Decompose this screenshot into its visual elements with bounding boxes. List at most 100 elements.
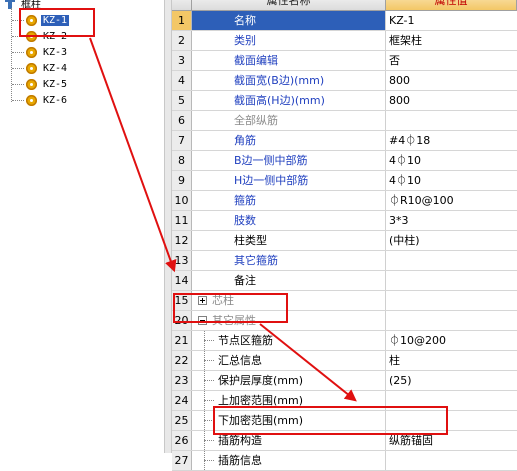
property-name: 角筋 <box>192 131 386 150</box>
property-name: 柱类型 <box>192 231 386 250</box>
collapse-minus-icon[interactable] <box>198 316 207 325</box>
property-value[interactable] <box>386 251 517 270</box>
row-number: 4 <box>172 71 192 90</box>
property-value[interactable]: 柱 <box>386 351 517 370</box>
tree-item-label: KZ-1 <box>41 14 70 26</box>
property-value[interactable]: ⏀10@200 <box>386 331 517 350</box>
property-name: 肢数 <box>192 211 386 230</box>
property-row-name[interactable]: 1 名称 KZ-1 <box>172 11 517 31</box>
property-row-section-width[interactable]: 4 截面宽(B边)(mm) 800 <box>172 71 517 91</box>
header-row-number <box>172 0 192 10</box>
property-name: 插筋信息 <box>218 454 262 467</box>
property-row-joint-stirrup[interactable]: 21 节点区箍筋 ⏀10@200 <box>172 331 517 351</box>
property-value[interactable] <box>386 391 517 410</box>
property-row-dowel-construction[interactable]: 26 插筋构造 纵筋锚固 <box>172 431 517 451</box>
property-row-category[interactable]: 2 类别 框架柱 <box>172 31 517 51</box>
tree-item-label: KZ-2 <box>43 30 68 42</box>
tree-item-kz-2[interactable]: KZ-2 <box>12 28 69 44</box>
property-row-stirrup[interactable]: 10 箍筋 ⏀R10@100 <box>172 191 517 211</box>
row-number: 26 <box>172 431 192 450</box>
property-row-cover-thickness[interactable]: 23 保护层厚度(mm) (25) <box>172 371 517 391</box>
property-name: 箍筋 <box>192 191 386 210</box>
property-value[interactable]: #4⏀18 <box>386 131 517 150</box>
row-number: 3 <box>172 51 192 70</box>
property-row-summary-info[interactable]: 22 汇总信息 柱 <box>172 351 517 371</box>
property-group-core-column[interactable]: 15 芯柱 <box>172 291 517 311</box>
component-tree: 框柱 KZ-1 KZ-2 KZ-3 KZ-4 KZ-5 KZ-6 <box>0 0 164 453</box>
row-number: 22 <box>172 351 192 370</box>
tree-root-label: 框柱 <box>21 0 41 11</box>
property-value[interactable] <box>386 411 517 430</box>
property-name: 全部纵筋 <box>192 111 386 130</box>
property-value <box>386 311 517 330</box>
expand-plus-icon[interactable] <box>198 296 207 305</box>
property-value[interactable]: 框架柱 <box>386 31 517 50</box>
row-number: 25 <box>172 411 192 430</box>
property-value[interactable]: 4⏀10 <box>386 151 517 170</box>
row-number: 8 <box>172 151 192 170</box>
header-property-value[interactable]: 属性值 <box>386 0 517 10</box>
tree-root-node[interactable]: 框柱 <box>4 0 43 11</box>
property-name: 截面编辑 <box>192 51 386 70</box>
tree-item-kz-4[interactable]: KZ-4 <box>12 60 69 76</box>
property-row-legs[interactable]: 11 肢数 3*3 <box>172 211 517 231</box>
tree-item-label: KZ-5 <box>43 78 68 90</box>
property-name: 插筋构造 <box>218 434 262 447</box>
property-row-lower-dense-range[interactable]: 25 下加密范围(mm) <box>172 411 517 431</box>
property-row-other-stirrups[interactable]: 13 其它箍筋 <box>172 251 517 271</box>
tree-item-label: KZ-3 <box>43 46 68 58</box>
property-name: 下加密范围(mm) <box>218 414 304 427</box>
property-name: 备注 <box>192 271 386 290</box>
property-value[interactable]: 否 <box>386 51 517 70</box>
property-value[interactable]: 800 <box>386 91 517 110</box>
property-grid: 属性名称 属性值 1 名称 KZ-1 2 类别 框架柱 3 截面编辑 否 4 截… <box>172 0 517 471</box>
row-number: 21 <box>172 331 192 350</box>
property-value[interactable]: (中柱) <box>386 231 517 250</box>
tree-item-label: KZ-4 <box>43 62 68 74</box>
tree-item-kz-3[interactable]: KZ-3 <box>12 44 69 60</box>
property-row-dowel-info[interactable]: 27 插筋信息 <box>172 451 517 471</box>
property-value <box>386 291 517 310</box>
property-row-column-type[interactable]: 12 柱类型 (中柱) <box>172 231 517 251</box>
tree-item-kz-5[interactable]: KZ-5 <box>12 76 69 92</box>
gear-icon <box>26 46 37 58</box>
tree-item-kz-1[interactable]: KZ-1 <box>12 12 70 28</box>
row-number: 2 <box>172 31 192 50</box>
property-group-other-attributes[interactable]: 20 其它属性 <box>172 311 517 331</box>
property-row-corner-bar[interactable]: 7 角筋 #4⏀18 <box>172 131 517 151</box>
property-value[interactable] <box>386 271 517 290</box>
gear-icon <box>26 78 37 90</box>
property-name: 名称 <box>192 11 386 30</box>
property-value[interactable]: 纵筋锚固 <box>386 431 517 450</box>
property-value[interactable]: 800 <box>386 71 517 90</box>
tree-item-kz-6[interactable]: KZ-6 <box>12 92 69 108</box>
row-number: 23 <box>172 371 192 390</box>
property-row-section-height[interactable]: 5 截面高(H边)(mm) 800 <box>172 91 517 111</box>
property-value[interactable] <box>386 451 517 470</box>
property-name: 其它箍筋 <box>192 251 386 270</box>
header-property-name[interactable]: 属性名称 <box>192 0 386 10</box>
property-row-b-side-bars[interactable]: 8 B边一侧中部筋 4⏀10 <box>172 151 517 171</box>
property-row-remark[interactable]: 14 备注 <box>172 271 517 291</box>
property-name: 截面宽(B边)(mm) <box>192 71 386 90</box>
row-number: 9 <box>172 171 192 190</box>
property-value[interactable]: 4⏀10 <box>386 171 517 190</box>
gear-icon <box>26 14 37 26</box>
property-value[interactable]: 3*3 <box>386 211 517 230</box>
property-name: H边一侧中部筋 <box>192 171 386 190</box>
property-row-upper-dense-range[interactable]: 24 上加密范围(mm) <box>172 391 517 411</box>
property-row-all-longitudinal[interactable]: 6 全部纵筋 <box>172 111 517 131</box>
row-number: 7 <box>172 131 192 150</box>
row-number: 13 <box>172 251 192 270</box>
property-name: 截面高(H边)(mm) <box>192 91 386 110</box>
property-value[interactable]: (25) <box>386 371 517 390</box>
property-name: 保护层厚度(mm) <box>218 374 304 387</box>
property-name: 上加密范围(mm) <box>218 394 304 407</box>
property-row-h-side-bars[interactable]: 9 H边一侧中部筋 4⏀10 <box>172 171 517 191</box>
property-value[interactable]: KZ-1 <box>386 11 517 30</box>
property-value[interactable] <box>386 111 517 130</box>
row-number: 6 <box>172 111 192 130</box>
property-row-section-edit[interactable]: 3 截面编辑 否 <box>172 51 517 71</box>
property-value[interactable]: ⏀R10@100 <box>386 191 517 210</box>
panel-splitter[interactable] <box>164 0 172 453</box>
